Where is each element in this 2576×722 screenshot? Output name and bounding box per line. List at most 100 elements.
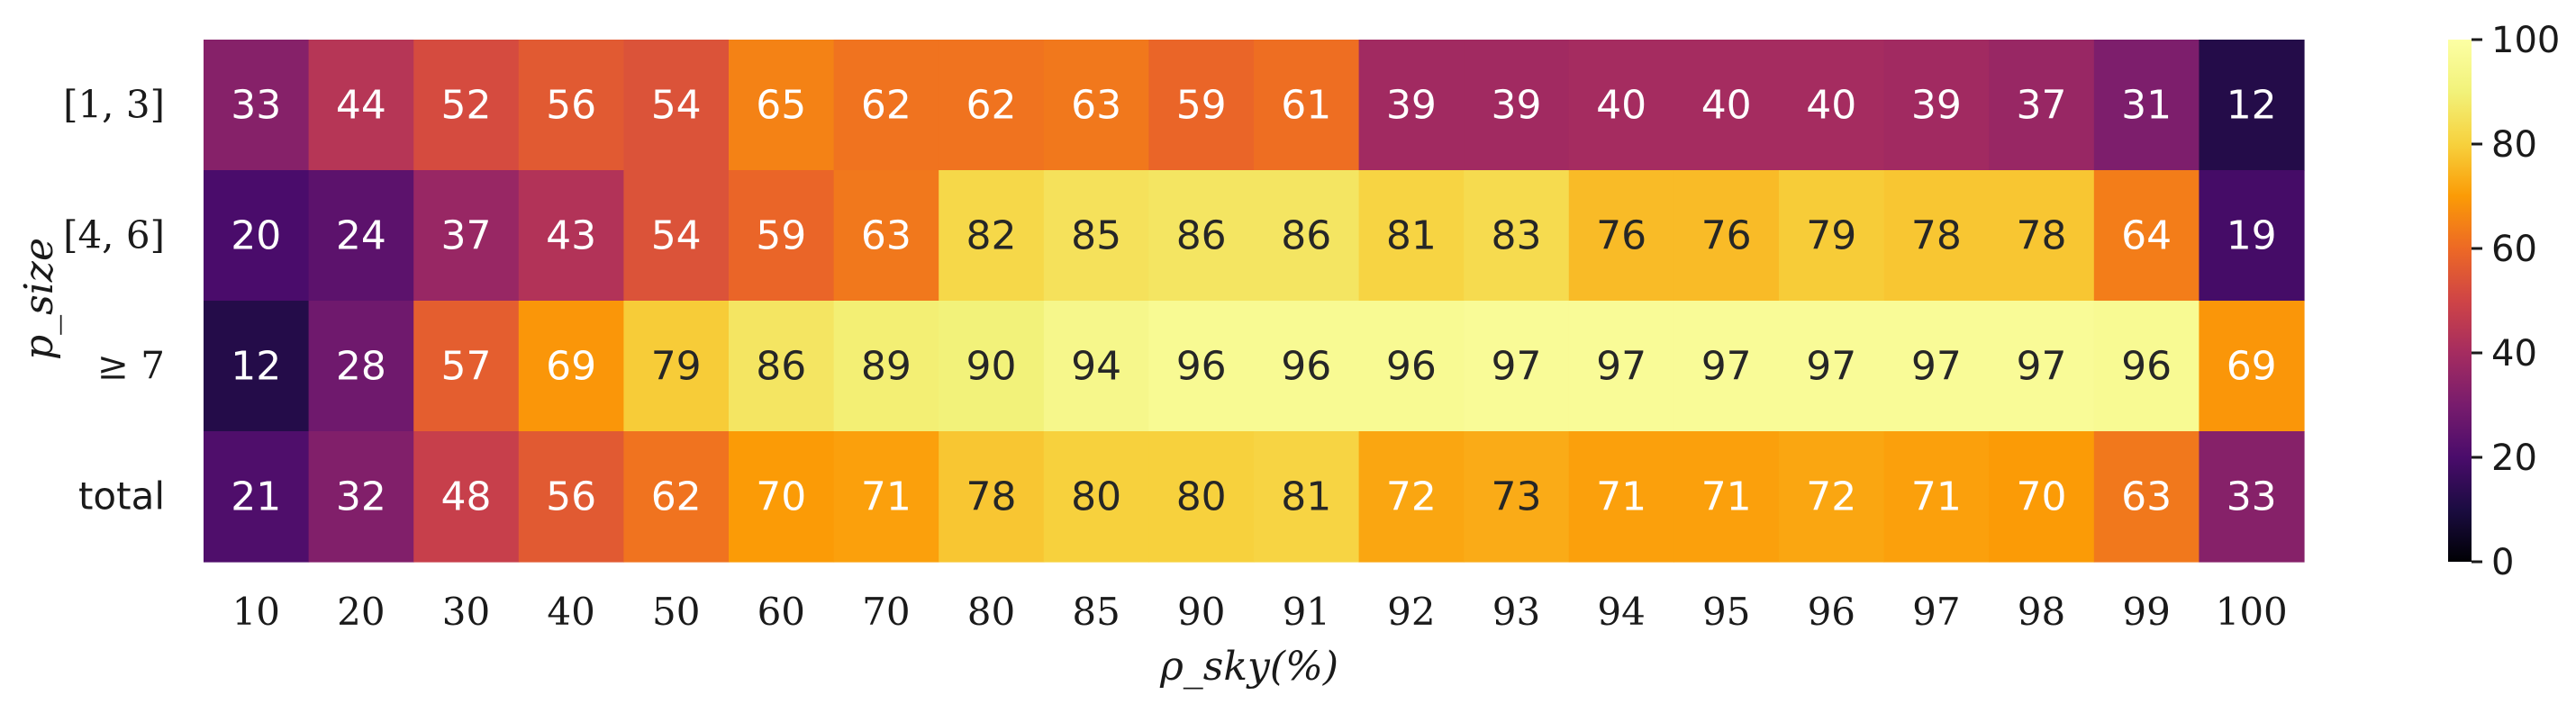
colorbar-tick-label: 100	[2491, 20, 2560, 61]
cell-value-label: 94	[1071, 344, 1121, 390]
cell-value-label: 96	[1176, 344, 1227, 390]
cell-value-label: 62	[966, 83, 1017, 129]
cell-value-label: 86	[756, 344, 806, 390]
cell-value-label: 76	[1701, 213, 1752, 259]
cell-value-label: 97	[1806, 344, 1856, 390]
cell-value-label: 72	[1386, 474, 1437, 520]
x-tick-label: 70	[862, 590, 910, 634]
cell-value-label: 54	[651, 83, 702, 129]
cell-value-label: 63	[861, 213, 912, 259]
x-tick-label: 96	[1808, 590, 1855, 634]
colorbar-tick-label: 60	[2491, 229, 2537, 270]
x-tick-label: 85	[1072, 590, 1120, 634]
cell-value-label: 40	[1596, 83, 1646, 129]
cell-value-label: 43	[546, 213, 596, 259]
heatmap-cells: 33 44 52 56 54 65 62 62 63 59 61 39 39 40 40 40 39 37 31 12…	[204, 40, 2305, 563]
cell-value-label: 40	[1806, 83, 1856, 129]
x-tick-label: 94	[1597, 590, 1645, 634]
cell-value-label: 79	[651, 344, 702, 390]
cell-value-label: 71	[1701, 474, 1752, 520]
cell-value-label: 97	[2017, 344, 2067, 390]
y-tick-label: [1, 3]	[63, 83, 165, 127]
x-tick-label: 30	[442, 590, 490, 634]
colorbar-tick-label: 80	[2491, 124, 2537, 166]
x-tick-label: 10	[232, 590, 280, 634]
cell-value-label: 39	[1492, 83, 1542, 129]
x-tick-labels: 10 20 30 40 50 60 70 80 85 90 91 92 93 94 95 96 97 98 99 10…	[232, 590, 2288, 634]
cell-value-label: 71	[1911, 474, 1962, 520]
cell-value-label: 33	[2227, 474, 2277, 520]
cell-value-label: 37	[441, 213, 492, 259]
cell-value-label: 97	[1911, 344, 1962, 390]
cell-value-label: 61	[1281, 83, 1331, 129]
y-tick-label: [4, 6]	[63, 213, 165, 257]
cell-value-label: 80	[1176, 474, 1227, 520]
cell-value-label: 56	[546, 474, 596, 520]
y-axis-label: p_size	[16, 238, 62, 360]
cell-value-label: 19	[2227, 213, 2277, 259]
cell-value-label: 78	[966, 474, 1017, 520]
x-tick-label: 93	[1492, 590, 1540, 634]
cell-value-label: 65	[756, 83, 806, 129]
cell-value-label: 48	[441, 474, 492, 520]
cell-value-label: 37	[2017, 83, 2067, 129]
cell-value-label: 70	[2017, 474, 2067, 520]
cell-value-label: 96	[1281, 344, 1331, 390]
colorbar-tick-label: 20	[2491, 438, 2537, 479]
y-tick-label: total	[78, 474, 165, 519]
colorbar-tick-label: 0	[2491, 542, 2514, 583]
cell-value-label: 78	[1911, 213, 1962, 259]
x-tick-label: 50	[652, 590, 700, 634]
cell-value-label: 12	[231, 344, 281, 390]
x-tick-label: 99	[2122, 590, 2170, 634]
cell-value-label: 71	[1596, 474, 1646, 520]
cell-value-label: 20	[231, 213, 281, 259]
cell-value-label: 97	[1701, 344, 1752, 390]
cell-value-label: 52	[441, 83, 492, 129]
cell-value-label: 62	[861, 83, 912, 129]
cell-value-label: 71	[861, 474, 912, 520]
cell-value-label: 80	[1071, 474, 1121, 520]
cell-value-label: 72	[1806, 474, 1856, 520]
cell-value-label: 79	[1806, 213, 1856, 259]
heatmap-chart: 33 44 52 56 54 65 62 62 63 59 61 39 39 40 40 40 39 37 31 12…	[16, 20, 2560, 690]
cell-value-label: 21	[231, 474, 281, 520]
cell-value-label: 63	[1071, 83, 1121, 129]
x-tick-label: 92	[1387, 590, 1435, 634]
x-axis-label: ρ_sky(%)	[1159, 644, 1338, 690]
cell-value-label: 24	[336, 213, 386, 259]
cell-value-label: 97	[1492, 344, 1542, 390]
cell-value-label: 32	[336, 474, 386, 520]
cell-value-label: 86	[1176, 213, 1227, 259]
x-tick-label: 98	[2018, 590, 2065, 634]
cell-value-label: 96	[1386, 344, 1437, 390]
cell-value-label: 85	[1071, 213, 1121, 259]
cell-value-label: 83	[1492, 213, 1542, 259]
cell-value-label: 39	[1911, 83, 1962, 129]
x-tick-label: 20	[337, 590, 385, 634]
x-tick-label: 40	[547, 590, 594, 634]
cell-value-label: 96	[2121, 344, 2172, 390]
cell-value-label: 81	[1386, 213, 1437, 259]
cell-value-label: 63	[2121, 474, 2172, 520]
colorbar	[2448, 40, 2472, 562]
cell-value-label: 54	[651, 213, 702, 259]
cell-value-label: 73	[1492, 474, 1542, 520]
cell-value-label: 28	[336, 344, 386, 390]
y-tick-label: ≥ 7	[97, 344, 165, 388]
cell-value-label: 76	[1596, 213, 1646, 259]
cell-value-label: 89	[861, 344, 912, 390]
cell-value-label: 81	[1281, 474, 1331, 520]
cell-value-label: 86	[1281, 213, 1331, 259]
x-tick-label: 60	[757, 590, 805, 634]
cell-value-label: 90	[966, 344, 1017, 390]
colorbar-tick-label: 40	[2491, 333, 2537, 375]
cell-value-label: 31	[2121, 83, 2172, 129]
colorbar-ticks: 0 20 40 60 80 100	[2472, 20, 2560, 583]
cell-value-label: 59	[1176, 83, 1227, 129]
cell-value-label: 69	[2227, 344, 2277, 390]
cell-value-label: 12	[2227, 83, 2277, 129]
x-tick-label: 100	[2216, 590, 2288, 634]
cell-value-label: 57	[441, 344, 492, 390]
x-tick-label: 90	[1177, 590, 1225, 634]
